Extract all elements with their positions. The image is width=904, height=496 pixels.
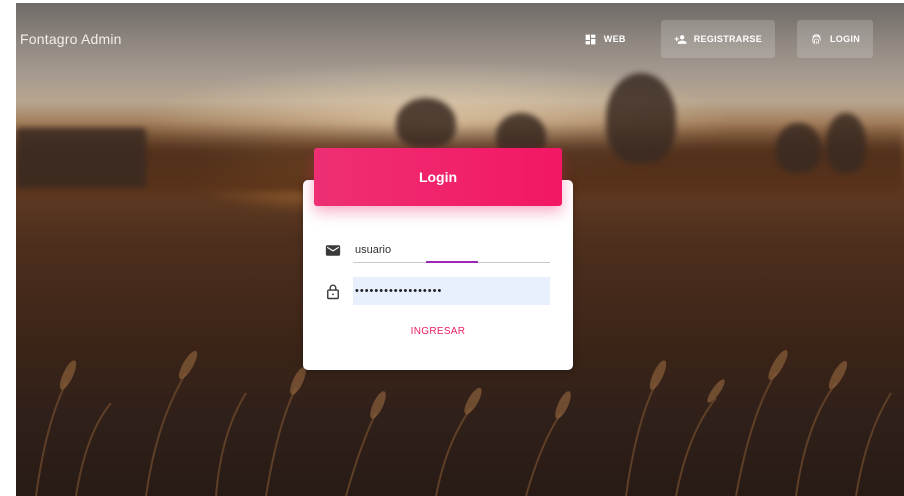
login-card-header: Login <box>314 148 562 206</box>
nav-login-label: LOGIN <box>830 34 860 44</box>
fingerprint-icon <box>810 33 823 46</box>
password-row <box>324 277 550 305</box>
person-add-icon <box>674 33 687 46</box>
nav-register-label: REGISTRARSE <box>693 34 762 44</box>
username-input[interactable] <box>353 237 550 263</box>
username-row <box>324 237 550 263</box>
top-nav: WEB REGISTRARSE LOGIN <box>571 20 873 58</box>
lock-icon <box>324 282 342 300</box>
login-title: Login <box>418 169 458 185</box>
app-title: Fontagro Admin <box>20 31 122 47</box>
nav-web-label: WEB <box>603 34 626 44</box>
nav-register-button[interactable]: REGISTRARSE <box>660 20 775 58</box>
input-focus-indicator <box>426 261 478 263</box>
email-icon <box>324 241 342 259</box>
submit-button[interactable]: INGRESAR <box>303 326 573 337</box>
dashboard-icon <box>584 33 597 46</box>
nav-login-button[interactable]: LOGIN <box>797 20 873 58</box>
nav-web-button[interactable]: WEB <box>571 20 639 58</box>
password-input[interactable] <box>353 277 550 305</box>
login-card <box>303 180 573 370</box>
